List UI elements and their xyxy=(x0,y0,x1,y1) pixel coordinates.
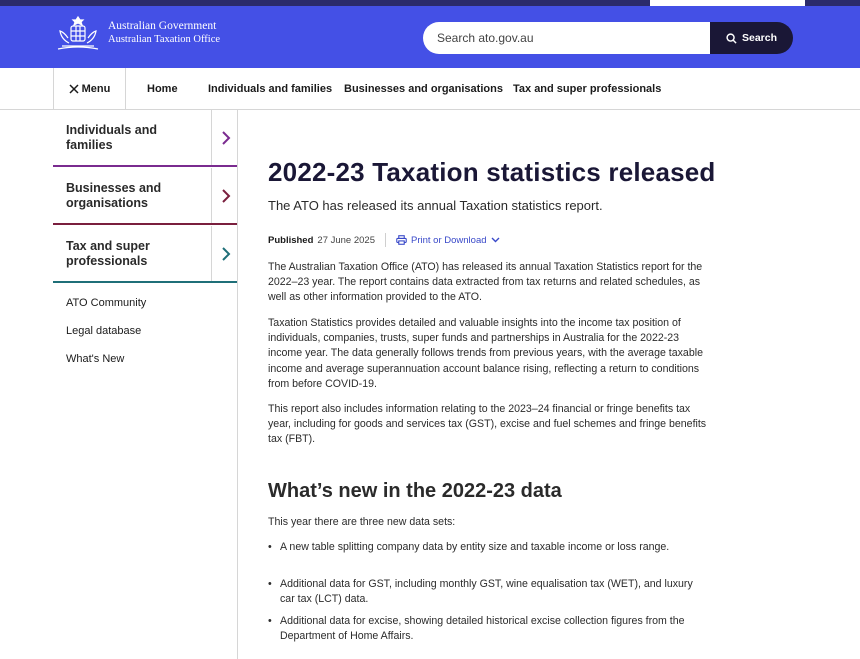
nav-item-tax-professionals[interactable]: Tax and super professionals xyxy=(513,68,661,110)
sidebar-link-legal-database[interactable]: Legal database xyxy=(66,325,141,337)
chevron-right-icon xyxy=(222,131,231,145)
article-paragraph: Taxation Statistics provides detailed an… xyxy=(268,317,703,390)
print-download-label: Print or Download xyxy=(411,234,487,246)
sidebar-link-whats-new[interactable]: What's New xyxy=(66,353,124,365)
ato-logo[interactable]: Australian Government Australian Taxatio… xyxy=(52,13,220,53)
page-subtitle: The ATO has released its annual Taxation… xyxy=(268,198,603,213)
card-accent-bar xyxy=(53,281,237,283)
search-input[interactable] xyxy=(423,22,713,54)
card-divider xyxy=(211,168,212,224)
search-bar: Search xyxy=(423,22,793,54)
list-item: Additional data for excise, showing deta… xyxy=(268,614,700,644)
printer-icon xyxy=(396,235,407,245)
article-paragraph: This report also includes information re… xyxy=(268,403,707,446)
chevron-down-icon xyxy=(491,237,500,243)
sidebar-item-individuals[interactable]: Individuals and families xyxy=(53,110,237,167)
card-divider xyxy=(211,226,212,282)
coat-of-arms-icon xyxy=(57,15,99,50)
article-meta: Published 27 June 2025 Print or Download xyxy=(268,233,500,247)
sidebar-item-label: Tax and super professionals xyxy=(66,239,150,268)
search-icon xyxy=(726,32,737,44)
logo-line-ato: Australian Taxation Office xyxy=(108,34,221,45)
list-item: Additional data for GST, including month… xyxy=(268,577,700,607)
sidebar: Individuals and families Businesses and … xyxy=(53,110,238,659)
page-title: 2022-23 Taxation statistics released xyxy=(268,157,716,187)
sidebar-item-label: Businesses and organisations xyxy=(66,181,162,210)
sidebar-link-ato-community[interactable]: ATO Community xyxy=(66,297,146,309)
sidebar-item-businesses[interactable]: Businesses and organisations xyxy=(53,168,237,225)
card-divider xyxy=(211,110,212,166)
card-accent-bar xyxy=(53,165,237,167)
sidebar-item-label: Individuals and families xyxy=(66,123,157,152)
section-intro: This year there are three new data sets: xyxy=(268,516,456,528)
section-heading: What’s new in the 2022-23 data xyxy=(268,480,562,502)
chevron-right-icon xyxy=(222,247,231,261)
search-button-label: Search xyxy=(741,32,778,44)
main-nav: Menu Home Individuals and families Busin… xyxy=(0,68,860,110)
nav-item-businesses[interactable]: Businesses and organisations xyxy=(344,68,503,110)
search-button[interactable]: Search xyxy=(710,22,793,54)
close-icon xyxy=(69,84,79,94)
nav-item-home[interactable]: Home xyxy=(147,68,178,110)
meta-divider xyxy=(385,233,386,247)
menu-button[interactable]: Menu xyxy=(53,68,126,110)
print-download-button[interactable]: Print or Download xyxy=(396,235,500,246)
menu-label: Menu xyxy=(81,83,111,95)
nav-item-individuals[interactable]: Individuals and families xyxy=(208,68,332,110)
chevron-right-icon xyxy=(222,189,231,203)
list-item: A new table splitting company data by en… xyxy=(268,540,700,555)
site-header: Australian Government Australian Taxatio… xyxy=(0,6,860,68)
published-label: Published xyxy=(268,234,314,246)
logo-line-government: Australian Government xyxy=(108,20,217,32)
published-date: 27 June 2025 xyxy=(317,234,375,246)
card-accent-bar xyxy=(53,223,237,225)
article-paragraph: The Australian Taxation Office (ATO) has… xyxy=(268,261,703,304)
sidebar-item-tax-professionals[interactable]: Tax and super professionals xyxy=(53,226,237,283)
